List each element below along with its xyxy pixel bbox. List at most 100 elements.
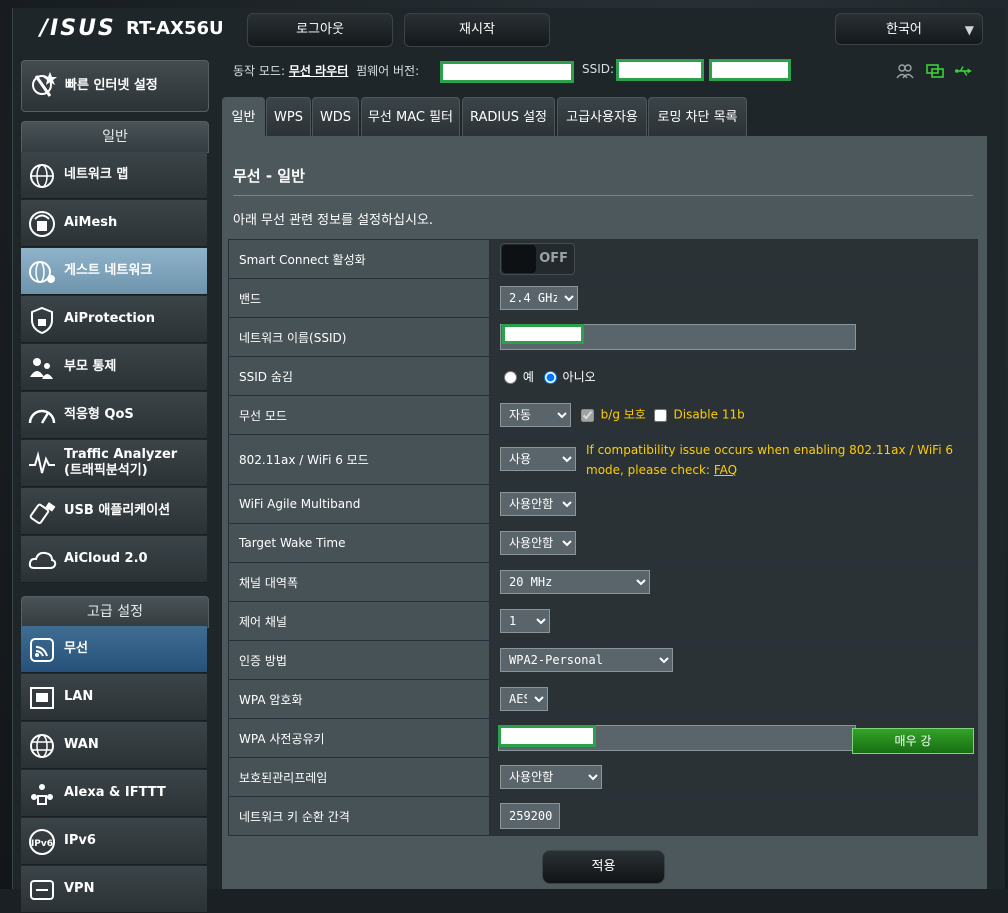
sidebar-item-text: AiProtection [64, 311, 155, 326]
tab-3[interactable]: 무선 MAC 필터 [361, 97, 460, 137]
sidebar-item-label: VPN [64, 881, 94, 897]
wan-globe-icon [30, 734, 54, 758]
row-agile-multiband: WiFi Agile Multiband 사용안함 [228, 484, 978, 524]
title-divider [233, 195, 973, 196]
sidebar-item-text: 부모 통제 [64, 359, 117, 374]
row-bandwidth: 채널 대역폭 20 MHz [228, 562, 978, 602]
sidebar-item-text: 무선 [64, 641, 88, 656]
speedometer-icon [28, 409, 56, 424]
row-pmf: 보호된관리프레임 사용안함 [228, 757, 978, 797]
sidebar-item-label: AiProtection [64, 311, 155, 327]
clients-icon[interactable] [896, 63, 914, 79]
ssid-redacted-2 [709, 59, 791, 81]
sidebar-item-advanced-5[interactable]: VPN [21, 866, 207, 913]
sidebar-item-label: 무선 [64, 641, 88, 657]
row-key-rotation: 네트워크 키 순환 간격 [228, 796, 978, 836]
logout-button[interactable]: 로그아웃 [247, 13, 393, 47]
advanced-header: 고급 설정 [21, 596, 209, 628]
sidebar-item-general-4[interactable]: 부모 통제 [21, 344, 207, 391]
language-select[interactable]: 한국어 ▼ [835, 13, 983, 45]
chevron-down-icon: ▼ [964, 23, 974, 37]
alexa-icon [31, 784, 53, 805]
hide-ssid-yes-radio[interactable] [504, 370, 517, 384]
sidebar-item-general-1[interactable]: AiMesh [21, 200, 207, 247]
sidebar-item-text: USB 애플리케이션 [64, 503, 171, 518]
ipv6-icon: IPv6 [29, 829, 55, 855]
sidebar-item-advanced-0[interactable]: 무선 [21, 626, 207, 673]
sidebar-item-text: 게스트 네트워크 [64, 263, 153, 278]
ax-note-text: If compatibility issue occurs when enabl… [586, 443, 953, 477]
sidebar-item-label: IPv6 [64, 833, 96, 849]
asus-logo[interactable]: /ISUS [40, 16, 116, 41]
sidebar-item-general-7[interactable]: USB 애플리케이션 [21, 488, 207, 535]
sidebar-item-general-6[interactable]: Traffic Analyzer (트래픽분석기) [21, 440, 207, 487]
sidebar-item-label: AiMesh [64, 215, 117, 231]
bandwidth-label: 채널 대역폭 [228, 562, 490, 602]
bandwidth-select[interactable]: 20 MHz [500, 570, 650, 594]
row-twt: Target Wake Time 사용안함 [228, 523, 978, 563]
twt-select[interactable]: 사용안함 [500, 531, 576, 555]
tab-0[interactable]: 일반 [222, 97, 265, 137]
reboot-button[interactable]: 재시작 [404, 13, 550, 47]
agile-multiband-select[interactable]: 사용안함 [500, 492, 576, 516]
general-header: 일반 [21, 121, 209, 153]
band-select[interactable]: 2.4 GHz [500, 286, 578, 310]
bg-protection-checkbox[interactable] [580, 408, 594, 422]
wireless-icon [30, 638, 54, 662]
sidebar-item-advanced-2[interactable]: WAN [21, 722, 207, 769]
firmware-label: 펌웨어 버전: [356, 64, 420, 78]
wireless-mode-select[interactable]: 자동 [500, 403, 571, 427]
sidebar-item-general-2[interactable]: 게스트 네트워크 [21, 248, 207, 295]
sidebar-item-label: Traffic Analyzer (트래픽분석기) [64, 447, 177, 479]
sidebar-item-text: VPN [64, 881, 95, 896]
sidebar-item-general-0[interactable]: 네트워크 맵 [21, 152, 207, 199]
ssid-field-label: 네트워크 이름(SSID) [228, 317, 490, 357]
ax-mode-select[interactable]: 사용 [500, 447, 576, 471]
hide-ssid-no-label: 아니오 [562, 369, 596, 384]
sidebar-item-general-5[interactable]: 적응형 QoS [21, 392, 207, 439]
twt-label: Target Wake Time [228, 523, 490, 563]
toggle-state: OFF [539, 251, 568, 266]
apply-button[interactable]: 적용 [542, 850, 665, 884]
sidebar-item-label: LAN [64, 689, 93, 705]
language-value: 한국어 [886, 22, 922, 37]
vpn-icon [30, 880, 54, 900]
auth-method-label: 인증 방법 [228, 640, 490, 680]
ssid-label: SSID: [582, 62, 615, 76]
quick-internet-setup[interactable]: 빠른 인터넷 설정 [21, 60, 209, 112]
faq-link[interactable]: FAQ [714, 463, 737, 477]
sidebar-item-advanced-4[interactable]: IPv6 IPv6 [21, 818, 207, 865]
sidebar-item-subtext: (트래픽분석기) [64, 463, 148, 478]
tab-4[interactable]: RADIUS 설정 [462, 97, 555, 137]
pmf-select[interactable]: 사용안함 [500, 765, 602, 789]
hide-ssid-no-radio[interactable] [543, 370, 557, 384]
wireless-mode-label: 무선 모드 [228, 395, 490, 435]
sidebar-item-advanced-3[interactable]: Alexa & IFTTT [21, 770, 207, 817]
sidebar-item-general-8[interactable]: AiCloud 2.0 [21, 536, 207, 583]
tab-2[interactable]: WDS [312, 97, 359, 137]
row-ax-mode: 802.11ax / WiFi 6 모드 사용 If compatibility… [228, 434, 978, 485]
sidebar-item-advanced-1[interactable]: LAN [21, 674, 207, 721]
lan-icon [30, 687, 54, 709]
quick-setup-label: 빠른 인터넷 설정 [65, 78, 158, 93]
disable-11b-checkbox[interactable] [653, 408, 667, 422]
channel-select[interactable]: 1 [500, 609, 550, 633]
sidebar-item-text: Alexa & IFTTT [64, 785, 166, 800]
smart-connect-toggle[interactable]: OFF [500, 243, 575, 275]
usb-status-icon[interactable] [955, 63, 973, 79]
tab-5[interactable]: 고급사용자용 [557, 97, 647, 137]
encryption-select[interactable]: AES [500, 687, 548, 711]
sidebar-item-general-3[interactable]: AiProtection [21, 296, 207, 343]
tab-1[interactable]: WPS [266, 97, 311, 137]
mode-value-link[interactable]: 무선 라우터 [289, 64, 348, 78]
auth-method-select[interactable]: WPA2-Personal [500, 648, 673, 672]
sidebar-item-label: WAN [64, 737, 99, 753]
pmf-label: 보호된관리프레임 [228, 757, 490, 797]
key-rotation-input[interactable] [500, 803, 560, 829]
row-encryption: WPA 암호화 AES [228, 679, 978, 719]
traffic-analyzer-icon [29, 451, 55, 474]
tab-6[interactable]: 로밍 차단 목록 [648, 97, 747, 137]
firmware-redacted [440, 61, 574, 83]
key-rotation-label: 네트워크 키 순환 간격 [228, 796, 490, 836]
network-status-icon[interactable] [926, 63, 944, 79]
